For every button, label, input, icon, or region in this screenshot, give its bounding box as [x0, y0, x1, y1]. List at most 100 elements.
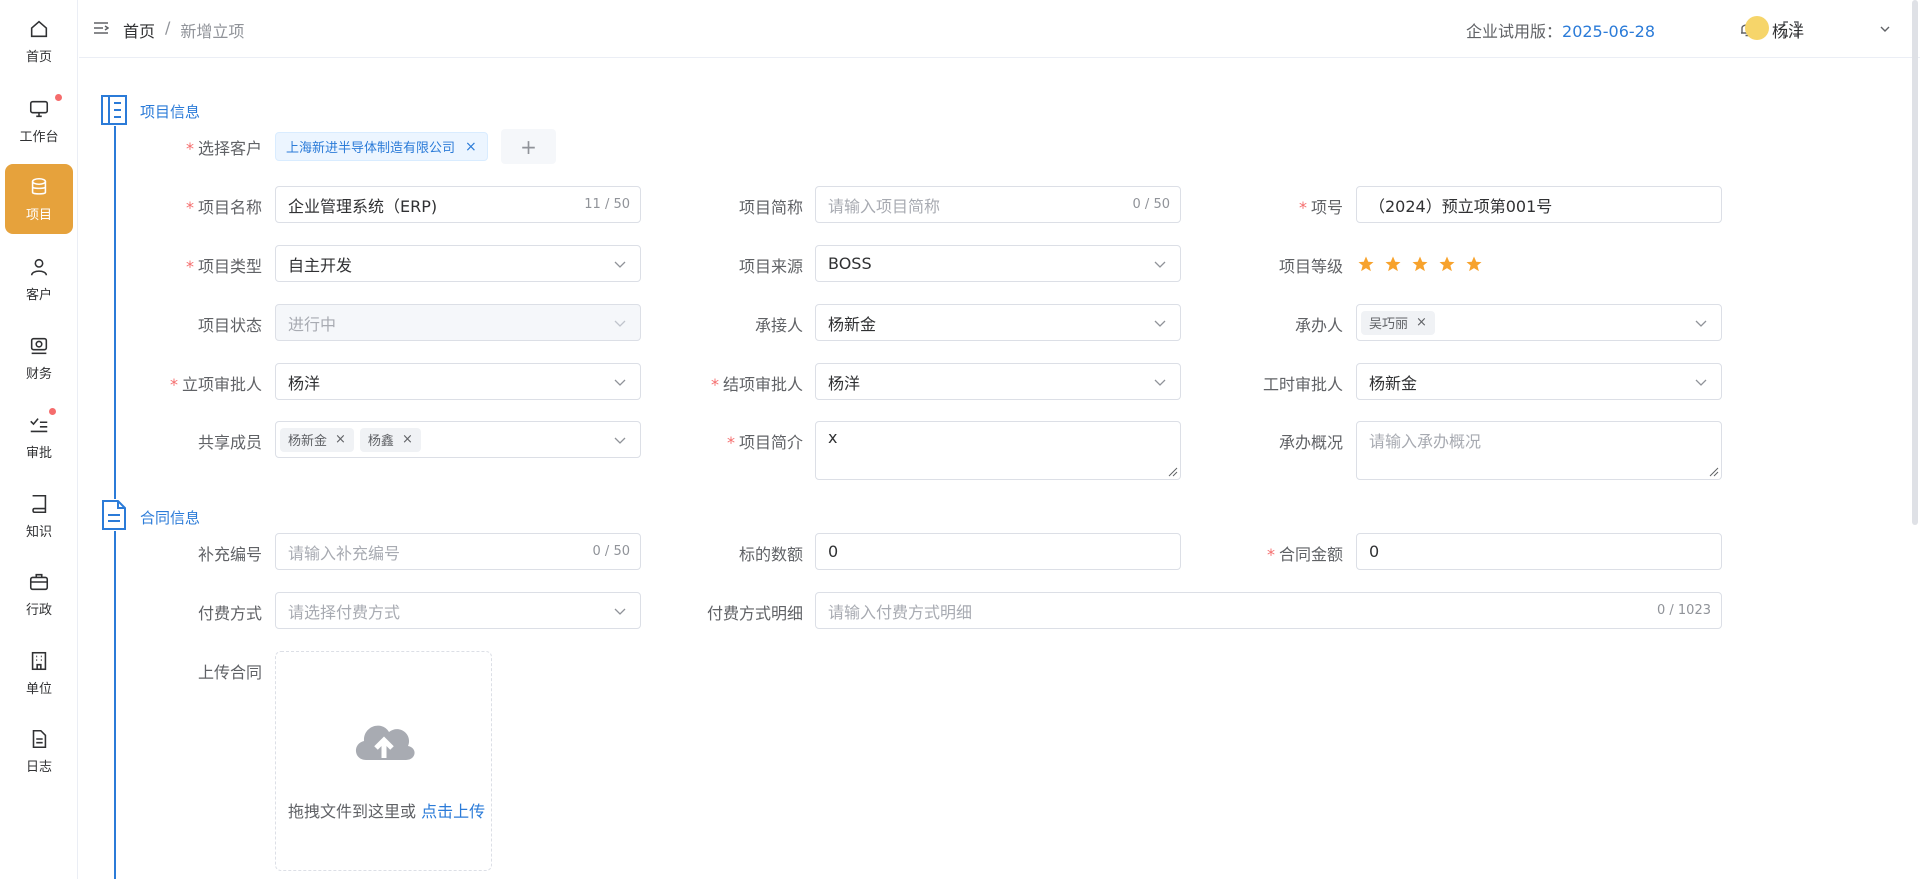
- click-upload-link[interactable]: 点击上传: [421, 802, 485, 821]
- sidebar-item-label: 客户: [25, 287, 52, 303]
- sidebar-item-label: 项目: [25, 207, 52, 223]
- chevron-down-icon: [614, 261, 626, 268]
- sidebar-item-label: 单位: [25, 681, 52, 697]
- subject-count-input[interactable]: 0: [815, 533, 1181, 570]
- close-icon[interactable]: ×: [402, 432, 413, 447]
- breadcrumb: 首页 / 新增立项: [123, 18, 244, 42]
- money-icon: [30, 337, 48, 354]
- project-source-select[interactable]: BOSS: [815, 245, 1181, 282]
- star-icon[interactable]: [1411, 255, 1429, 273]
- supp-no-label: 补充编号: [197, 545, 262, 564]
- star-icon[interactable]: [1384, 255, 1402, 273]
- members-label: 共享成员: [197, 433, 262, 452]
- project-name-label: * 项目名称: [185, 198, 262, 217]
- handle-summary-textarea[interactable]: 请输入承办概况: [1356, 421, 1722, 480]
- sidebar-item-admin[interactable]: 行政: [5, 559, 73, 629]
- sidebar-item-label: 财务: [25, 366, 52, 382]
- project-no-input[interactable]: （2024）预立项第001号: [1356, 186, 1722, 223]
- customer-label: * 选择客户: [185, 139, 262, 158]
- trial-label: 企业试用版：: [1466, 22, 1563, 41]
- sidebar-item-log[interactable]: 日志: [5, 716, 73, 786]
- project-level-label: 项目等级: [1278, 257, 1343, 276]
- chevron-down-icon: [614, 437, 626, 444]
- sidebar-item-customer[interactable]: 客户: [5, 244, 73, 314]
- breadcrumb-current: 新增立项: [180, 22, 245, 41]
- approver-label: * 立项审批人: [169, 375, 262, 394]
- subject-count-label: 标的数额: [738, 545, 803, 564]
- chevron-down-icon[interactable]: [1880, 24, 1890, 34]
- section-title-project: 项目信息: [140, 103, 201, 121]
- close-icon[interactable]: ×: [465, 139, 477, 155]
- supp-no-input[interactable]: 请输入补充编号 0 / 50: [275, 533, 641, 570]
- hour-approver-label: 工时审批人: [1262, 375, 1343, 394]
- sidebar-item-label: 首页: [25, 49, 52, 65]
- pay-detail-label: 付费方式明细: [706, 604, 803, 623]
- chevron-down-icon: [614, 320, 626, 327]
- pay-method-label: 付费方式: [197, 604, 262, 623]
- sidebar-item-finance[interactable]: 财务: [5, 323, 73, 393]
- handler-tag: 吴巧丽 ×: [1361, 310, 1435, 335]
- trial-date: 2025-06-28: [1562, 22, 1655, 41]
- project-status-select: 进行中: [275, 304, 641, 341]
- contract-amount-input[interactable]: 0: [1356, 533, 1722, 570]
- database-icon: [31, 177, 47, 195]
- close-approver-select[interactable]: 杨洋: [815, 363, 1181, 400]
- star-icon[interactable]: [1357, 255, 1375, 273]
- project-name-input[interactable]: 企业管理系统（ERP) 11 / 50: [275, 186, 641, 223]
- project-type-select[interactable]: 自主开发: [275, 245, 641, 282]
- chevron-down-icon: [1154, 261, 1166, 268]
- notification-dot: [49, 408, 56, 415]
- sidebar-item-label: 日志: [25, 759, 52, 775]
- sidebar-item-knowledge[interactable]: 知识: [5, 481, 73, 551]
- sidebar-item-approval[interactable]: 审批: [5, 402, 73, 472]
- receiver-label: 承接人: [754, 316, 803, 335]
- handler-select[interactable]: 吴巧丽 ×: [1356, 304, 1722, 341]
- project-short-label: 项目简称: [738, 198, 803, 217]
- receiver-select[interactable]: 杨新金: [815, 304, 1181, 341]
- add-customer-button[interactable]: +: [501, 129, 556, 164]
- sidebar-item-unit[interactable]: 单位: [5, 638, 73, 708]
- scrollbar[interactable]: [1912, 0, 1918, 525]
- home-icon: [30, 20, 48, 37]
- sidebar: 首页 工作台 项目 客户 财务 审批 知识 行政 单位 日志: [0, 0, 78, 879]
- trial-info: 企业试用版：2025-06-28: [1466, 18, 1655, 42]
- pay-method-select[interactable]: 请选择付费方式: [275, 592, 641, 629]
- menu-fold-icon[interactable]: [93, 20, 109, 36]
- document-icon: [32, 729, 47, 748]
- sidebar-item-workbench[interactable]: 工作台: [5, 86, 73, 156]
- contract-amount-label: * 合同金额: [1266, 545, 1343, 564]
- sidebar-item-label: 工作台: [19, 129, 59, 145]
- monitor-icon: [29, 100, 49, 117]
- members-select[interactable]: 杨新金 × 杨鑫 ×: [275, 421, 641, 458]
- sidebar-item-project[interactable]: 项目: [5, 164, 73, 234]
- close-icon[interactable]: ×: [335, 432, 346, 447]
- close-icon[interactable]: ×: [1416, 315, 1427, 330]
- intro-textarea[interactable]: x: [815, 421, 1181, 480]
- sidebar-item-home[interactable]: 首页: [5, 6, 73, 76]
- breadcrumb-home[interactable]: 首页: [123, 18, 155, 42]
- resize-handle-icon[interactable]: [1168, 467, 1178, 477]
- section-title-contract: 合同信息: [140, 509, 201, 527]
- project-short-input[interactable]: 请输入项目简称 0 / 50: [815, 186, 1181, 223]
- chevron-down-icon: [1154, 320, 1166, 327]
- star-icon[interactable]: [1438, 255, 1456, 273]
- chevron-down-icon: [1695, 379, 1707, 386]
- star-icon[interactable]: [1465, 255, 1483, 273]
- member-tag: 杨新金 ×: [280, 427, 354, 452]
- form-section-icon: [100, 94, 128, 126]
- project-no-label: * 项号: [1298, 198, 1343, 217]
- username[interactable]: 杨洋: [1772, 18, 1804, 42]
- pay-detail-input[interactable]: 请输入付费方式明细 0 / 1023: [815, 592, 1722, 629]
- upload-dropzone[interactable]: 拖拽文件到这里或 点击上传: [275, 651, 492, 871]
- handle-summary-label: 承办概况: [1278, 433, 1343, 452]
- resize-handle-icon[interactable]: [1709, 467, 1719, 477]
- avatar[interactable]: [1745, 16, 1769, 40]
- chevron-down-icon: [614, 379, 626, 386]
- project-type-label: * 项目类型: [185, 257, 262, 276]
- hour-approver-select[interactable]: 杨新金: [1356, 363, 1722, 400]
- building-icon: [31, 651, 47, 670]
- approver-select[interactable]: 杨洋: [275, 363, 641, 400]
- book-icon: [32, 494, 47, 513]
- chevron-down-icon: [1154, 379, 1166, 386]
- checklist-icon: [30, 417, 48, 432]
